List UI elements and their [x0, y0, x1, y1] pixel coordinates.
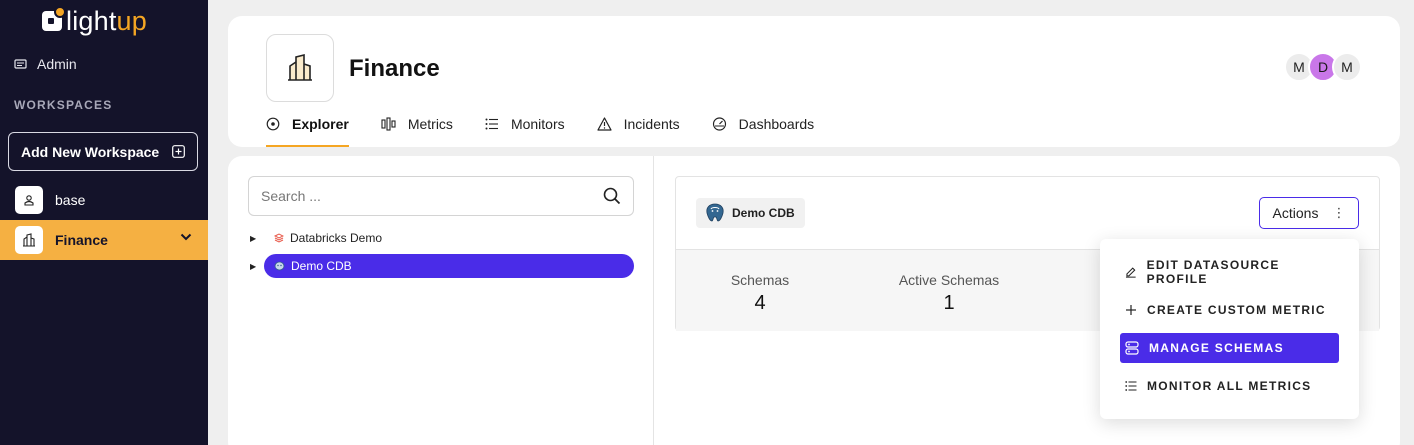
- admin-label: Admin: [37, 56, 77, 72]
- stat-label: Active Schemas: [898, 272, 1000, 288]
- menu-item-label: MANAGE SCHEMAS: [1149, 341, 1284, 355]
- menu-item-create-custom-metric[interactable]: CREATE CUSTOM METRIC: [1120, 295, 1339, 325]
- lightup-logo[interactable]: lightup: [42, 4, 147, 38]
- add-square-icon: [172, 145, 185, 158]
- tree-item-label: Demo CDB: [291, 259, 352, 273]
- datasource-tree-pane: ▶ Databricks Demo ▶ Demo CDB: [228, 156, 654, 445]
- menu-item-manage-schemas[interactable]: MANAGE SCHEMAS: [1120, 333, 1339, 363]
- expand-caret-icon[interactable]: ▶: [250, 234, 264, 243]
- admin-icon: [14, 59, 27, 69]
- metrics-icon: [381, 117, 396, 131]
- tab-label: Monitors: [510, 116, 565, 132]
- workspace-logo: [266, 34, 334, 102]
- stat-label: Schemas: [730, 272, 790, 288]
- tab-label: Incidents: [623, 116, 680, 132]
- stat-active-schemas: Active Schemas 1: [884, 272, 1014, 315]
- tab-dashboards[interactable]: Dashboards: [712, 116, 815, 147]
- actions-button[interactable]: Actions ⋮: [1259, 197, 1359, 229]
- sidebar: lightup Admin WORKSPACES Add New Workspa…: [0, 0, 208, 445]
- workspace-tabs: Explorer Metrics Monitors Incidents Dash…: [266, 116, 846, 147]
- monitors-icon: [485, 118, 498, 130]
- avatar[interactable]: M: [1332, 52, 1362, 82]
- page-title: Finance: [349, 55, 440, 82]
- tree-item-databricks-demo[interactable]: ▶ Databricks Demo: [250, 226, 396, 250]
- postgres-icon: [274, 261, 285, 272]
- tab-metrics[interactable]: Metrics: [381, 116, 453, 147]
- tree-item-demo-cdb[interactable]: ▶ Demo CDB: [250, 254, 634, 278]
- member-avatars[interactable]: M D M: [1284, 52, 1362, 82]
- sidebar-item-admin[interactable]: Admin: [14, 55, 77, 73]
- search-box[interactable]: [248, 176, 634, 216]
- tab-label: Dashboards: [738, 116, 815, 132]
- menu-item-edit-datasource-profile[interactable]: EDIT DATASOURCE PROFILE: [1120, 257, 1339, 287]
- workspace-avatar: [15, 226, 43, 254]
- search-icon[interactable]: [603, 187, 621, 205]
- menu-item-label: MONITOR ALL METRICS: [1147, 379, 1312, 393]
- menu-item-label: CREATE CUSTOM METRIC: [1147, 303, 1326, 317]
- actions-label: Actions: [1272, 205, 1319, 221]
- stat-value: 1: [943, 292, 955, 314]
- logo-text: lightup: [66, 5, 147, 36]
- workspaces-section-title: WORKSPACES: [14, 98, 113, 112]
- more-vertical-icon: ⋮: [1332, 205, 1346, 220]
- pencil-icon: [1125, 267, 1136, 278]
- sidebar-item-base[interactable]: base: [0, 180, 208, 220]
- actions-menu: EDIT DATASOURCE PROFILE CREATE CUSTOM ME…: [1100, 239, 1359, 419]
- tab-monitors[interactable]: Monitors: [485, 116, 565, 147]
- datasource-name: Demo CDB: [732, 206, 795, 220]
- schemas-icon: [1125, 341, 1139, 355]
- sidebar-item-label: Finance: [55, 232, 108, 248]
- tree-item-label: Databricks Demo: [290, 231, 383, 245]
- tab-label: Explorer: [292, 116, 349, 132]
- stat-schemas: Schemas 4: [710, 272, 810, 315]
- workspace-avatar: [15, 186, 43, 214]
- tree-item-pill[interactable]: Databricks Demo: [264, 226, 396, 250]
- building-icon: [23, 233, 35, 247]
- expand-caret-icon[interactable]: ▶: [250, 262, 264, 271]
- tab-explorer[interactable]: Explorer: [266, 116, 349, 147]
- logo-mark-icon: [42, 6, 66, 31]
- search-input[interactable]: [261, 188, 581, 204]
- building-icon: [288, 53, 312, 81]
- datasource-badge: Demo CDB: [696, 198, 805, 228]
- databricks-icon: [274, 233, 284, 243]
- plus-icon: [1126, 305, 1136, 315]
- list-icon: [1125, 381, 1137, 391]
- add-workspace-button[interactable]: Add New Workspace: [8, 132, 198, 171]
- chevron-down-icon[interactable]: [180, 233, 192, 241]
- tab-incidents[interactable]: Incidents: [597, 116, 680, 147]
- sidebar-item-label: base: [55, 192, 86, 208]
- sidebar-item-finance[interactable]: Finance: [0, 220, 208, 260]
- dashboards-icon: [712, 117, 726, 131]
- stat-value: 4: [754, 292, 766, 314]
- tree-item-pill[interactable]: Demo CDB: [264, 254, 634, 278]
- tab-label: Metrics: [407, 116, 453, 132]
- workspace-user-icon: [24, 195, 34, 206]
- workspace-header: Finance M D M Explorer Metrics Monitors …: [228, 16, 1400, 147]
- incidents-icon: [597, 117, 612, 131]
- menu-item-label: EDIT DATASOURCE PROFILE: [1146, 258, 1280, 286]
- menu-item-monitor-all-metrics[interactable]: MONITOR ALL METRICS: [1120, 371, 1339, 401]
- postgres-icon: [706, 203, 724, 222]
- explorer-icon: [266, 117, 280, 131]
- add-workspace-label: Add New Workspace: [21, 143, 160, 160]
